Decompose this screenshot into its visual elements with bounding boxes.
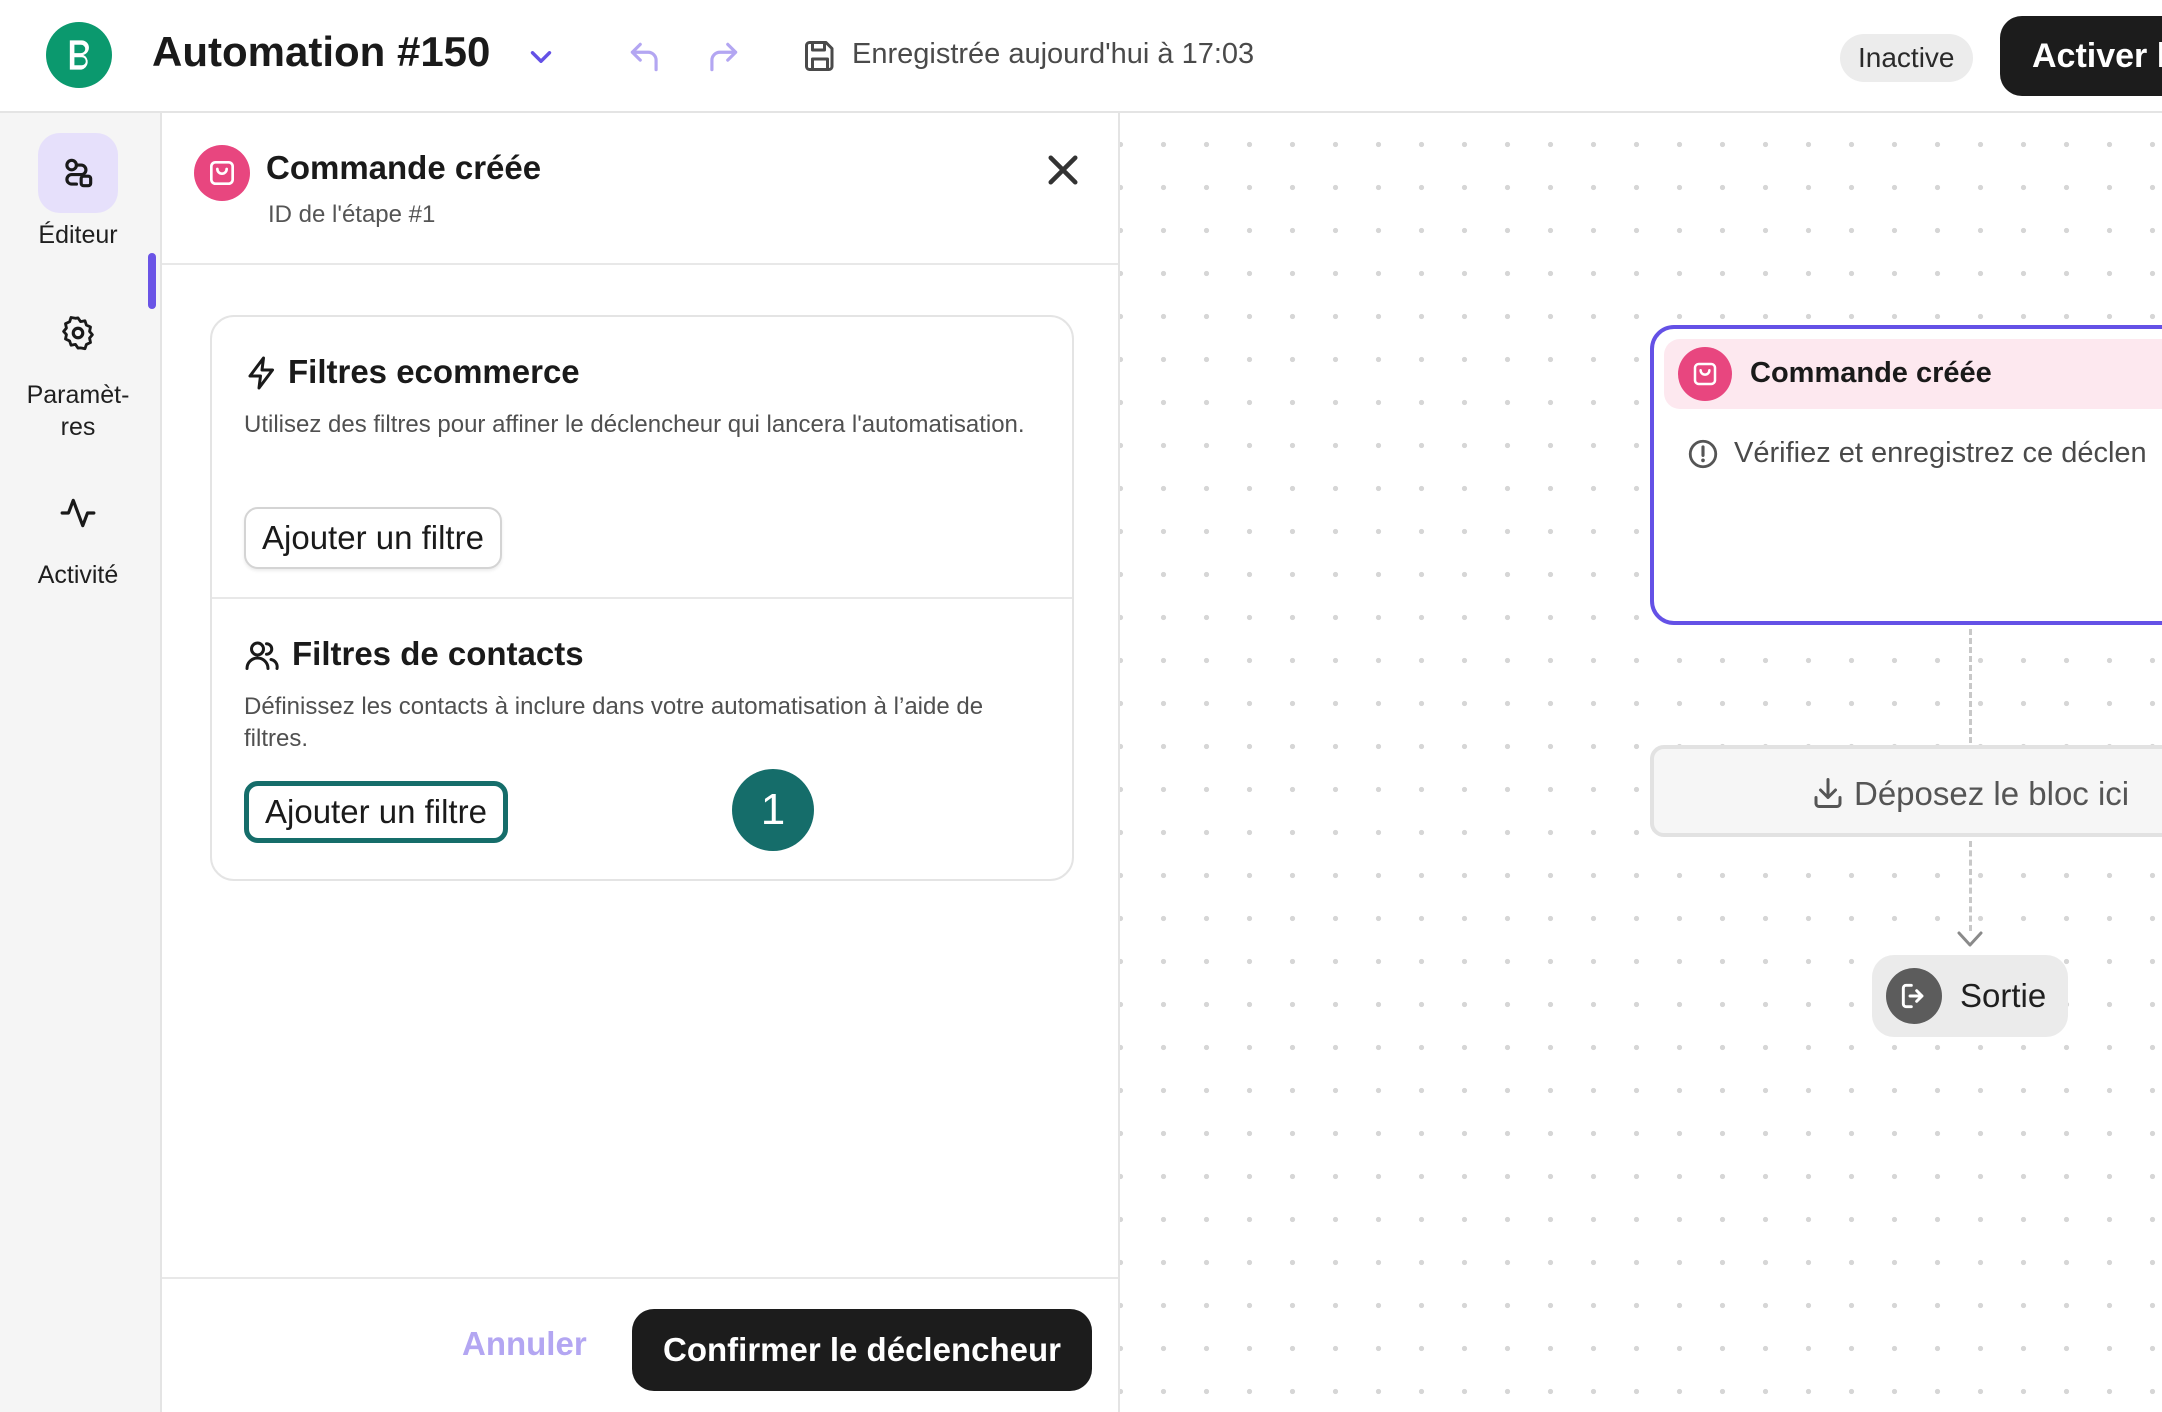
redo-icon[interactable] xyxy=(704,38,742,76)
arrow-down-icon xyxy=(1957,931,1983,947)
close-icon[interactable] xyxy=(1042,149,1084,191)
trigger-node-title: Commande créée xyxy=(1750,357,1992,389)
save-icon xyxy=(805,41,834,71)
cancel-button[interactable]: Annuler xyxy=(462,1325,587,1363)
rail-icon-wrap-editor xyxy=(38,133,118,213)
drop-zone[interactable]: Déposez le bloc ici xyxy=(1650,745,2162,837)
undo-icon[interactable] xyxy=(626,38,664,76)
exit-node[interactable]: Sortie xyxy=(1872,955,2068,1037)
activity-icon xyxy=(60,498,96,528)
save-status: Enregistrée aujourd'hui à 17:03 xyxy=(852,38,1255,70)
lightning-icon xyxy=(248,356,274,390)
add-contact-filter-button[interactable]: Ajouter un filtre xyxy=(244,781,508,843)
contact-filters-description: Définissez les contacts à inclure dans v… xyxy=(244,693,984,752)
panel-footer: Annuler Confirmer le déclencheur xyxy=(162,1277,1118,1412)
exit-icon xyxy=(1901,983,1924,1009)
download-icon xyxy=(1814,778,1842,808)
ecommerce-filters-section: Filtres ecommerce Utilisez des filtres p… xyxy=(212,317,1072,599)
status-badge: Inactive xyxy=(1840,34,1973,82)
connector-line xyxy=(1969,841,1972,931)
ecommerce-filters-title: Filtres ecommerce xyxy=(288,353,580,390)
logo-b-icon xyxy=(69,40,89,70)
activate-button[interactable]: Activer l' xyxy=(2000,16,2162,96)
workflow-canvas[interactable]: Commande créée Vérifiez et enregistrez c… xyxy=(1120,113,2162,1412)
chevron-down-icon[interactable] xyxy=(524,40,558,74)
step-marker-badge: 1 xyxy=(732,769,814,851)
gear-icon xyxy=(62,316,94,351)
ecommerce-filters-description: Utilisez des filtres pour affiner le déc… xyxy=(244,411,1025,438)
trigger-node-header: Commande créée xyxy=(1664,339,2162,409)
rail-item-activity[interactable]: Activité xyxy=(0,473,156,591)
contact-filters-title: Filtres de contacts xyxy=(292,635,584,672)
warning-circle-icon xyxy=(1688,439,1718,469)
users-icon xyxy=(245,641,279,670)
trigger-node[interactable]: Commande créée Vérifiez et enregistrez c… xyxy=(1650,325,2162,625)
panel-trigger-icon xyxy=(194,145,250,201)
exit-node-icon xyxy=(1886,968,1942,1024)
left-rail: Éditeur Paramèt- res Activité xyxy=(0,113,160,1412)
trigger-node-warning: Vérifiez et enregistrez ce déclen xyxy=(1734,437,2147,469)
rail-icon-wrap-settings xyxy=(38,293,118,373)
add-ecommerce-filter-button[interactable]: Ajouter un filtre xyxy=(244,507,502,569)
panel-header: Commande créée ID de l'étape #1 xyxy=(162,113,1118,265)
rail-label-activity: Activité xyxy=(37,561,119,589)
contact-filters-section: Filtres de contacts Définissez les conta… xyxy=(212,599,1072,879)
trigger-panel: Commande créée ID de l'étape #1 Filtres … xyxy=(160,113,1120,1412)
rail-icon-wrap-activity xyxy=(38,473,118,553)
confirm-trigger-button[interactable]: Confirmer le déclencheur xyxy=(632,1309,1092,1391)
panel-subtitle: ID de l'étape #1 xyxy=(268,201,436,228)
rail-label-settings: Paramèt- res xyxy=(26,381,130,441)
trigger-node-icon xyxy=(1678,347,1732,401)
rail-label-editor: Éditeur xyxy=(38,221,118,249)
shopping-bag-icon xyxy=(1693,362,1717,386)
rail-item-settings[interactable]: Paramèt- res xyxy=(0,293,156,443)
brevo-logo[interactable] xyxy=(46,22,112,88)
connector-line xyxy=(1969,629,1972,743)
filters-card: Filtres ecommerce Utilisez des filtres p… xyxy=(210,315,1074,881)
shopping-bag-icon xyxy=(210,161,234,185)
rail-item-editor[interactable]: Éditeur xyxy=(0,133,156,251)
editor-icon xyxy=(65,158,93,188)
automation-title[interactable]: Automation #150 xyxy=(152,28,490,76)
panel-title: Commande créée xyxy=(266,149,542,186)
top-bar: Automation #150 Enregistrée aujourd'hui … xyxy=(0,0,2162,113)
exit-node-label: Sortie xyxy=(1960,977,2047,1014)
drop-zone-label: Déposez le bloc ici xyxy=(1854,775,2130,812)
